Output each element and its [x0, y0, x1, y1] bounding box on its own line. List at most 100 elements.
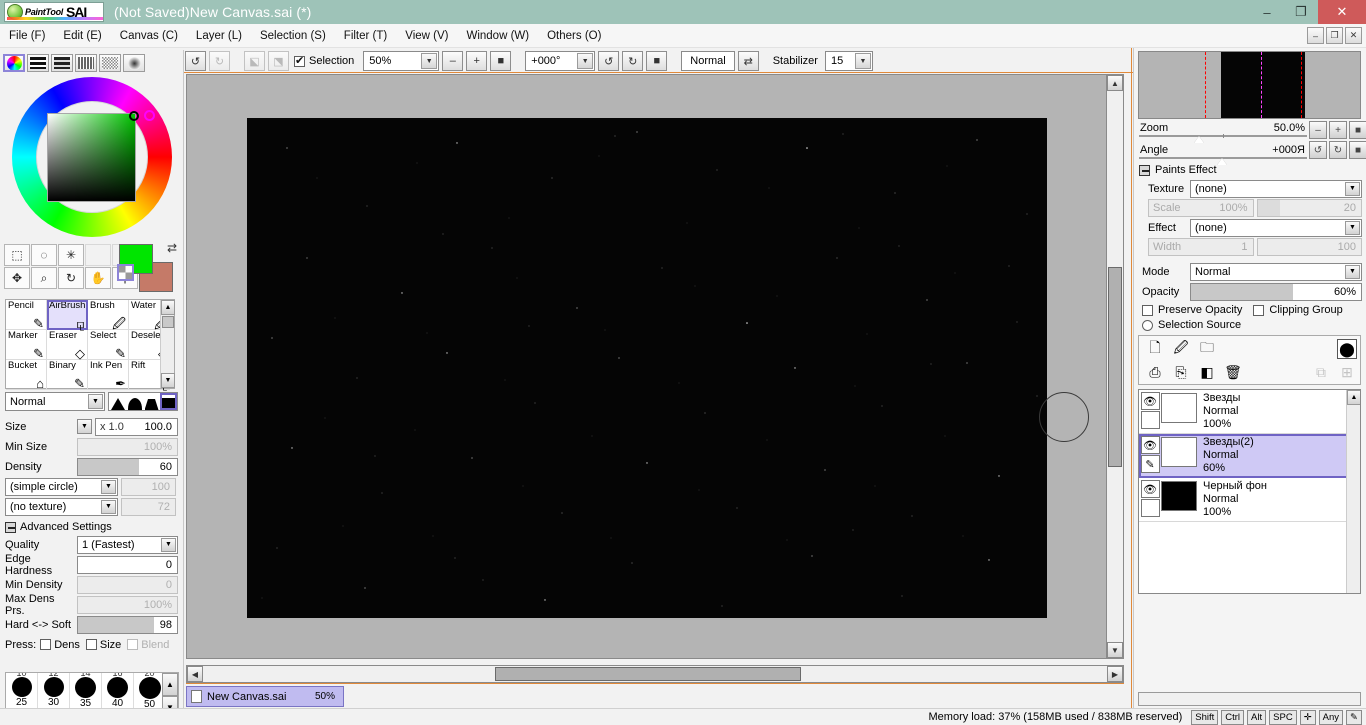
horizontal-scrollbar-thumb[interactable]: [495, 667, 801, 681]
merge-down-button[interactable]: ⎘: [1171, 362, 1191, 382]
scroll-down-icon[interactable]: ▼: [1107, 642, 1123, 658]
brush-marker[interactable]: Marker ✎: [6, 330, 47, 360]
layer-panel-bottom-scrollbar[interactable]: [1138, 692, 1361, 706]
minimize-button[interactable]: –: [1250, 0, 1284, 24]
layer-row-selected[interactable]: 👁 ✎ Звезды(2) Normal 60%: [1139, 434, 1360, 478]
zoom-reset-button[interactable]: ■: [490, 51, 512, 71]
layer-opacity-slider[interactable]: 60%: [1190, 282, 1362, 301]
brush-blend-mode-combo[interactable]: Normal ▼: [5, 392, 105, 411]
lasso-select-tool[interactable]: ◌: [31, 244, 57, 266]
scroll-up-icon[interactable]: ▲: [1107, 75, 1123, 91]
nav-rotate-reset-button[interactable]: ■: [1349, 141, 1366, 159]
texture-combo[interactable]: (none) ▼: [1190, 179, 1362, 198]
zoom-tool[interactable]: ⌕: [31, 267, 57, 289]
saturation-value-square[interactable]: [47, 113, 136, 202]
scroll-up-icon[interactable]: ▲: [162, 673, 178, 696]
canvas-navigator-preview[interactable]: [1138, 51, 1361, 119]
chevron-down-icon[interactable]: ▼: [1345, 181, 1360, 196]
scroll-up-icon[interactable]: ▲: [1347, 390, 1360, 405]
selection-toggle[interactable]: Selection: [294, 54, 354, 67]
shape-trapezoid-option[interactable]: [143, 393, 160, 410]
chevron-down-icon[interactable]: ▼: [421, 53, 438, 69]
brush-brush[interactable]: Brush 🖉: [88, 300, 129, 330]
document-tab[interactable]: New Canvas.sai 50%: [186, 686, 344, 707]
selection-undo-button[interactable]: ⬕: [244, 51, 265, 71]
nav-zoom-in-button[interactable]: +: [1329, 121, 1347, 139]
adv-quality-combo[interactable]: 1 (Fastest) ▼: [77, 535, 178, 554]
redo-button[interactable]: ↻: [209, 51, 230, 71]
zoom-slider-handle[interactable]: [1194, 135, 1204, 143]
rgb-sliders-icon[interactable]: [27, 54, 49, 72]
move-tool[interactable]: ✥: [4, 267, 30, 289]
press-dens-checkbox[interactable]: [40, 639, 52, 650]
selection-source-radio[interactable]: [1142, 319, 1153, 331]
new-folder-button[interactable]: 🗀: [1197, 339, 1217, 359]
menu-view[interactable]: View (V): [396, 27, 457, 45]
brush-eraser[interactable]: Eraser ◇: [47, 330, 88, 360]
maximize-button[interactable]: ❐: [1284, 0, 1318, 24]
flip-canvas-button[interactable]: ⇄: [737, 51, 759, 71]
angle-slider-track[interactable]: [1139, 156, 1307, 165]
selection-checkbox-icon[interactable]: [294, 54, 305, 67]
brush-texture-combo[interactable]: (no texture) ▼: [5, 497, 118, 516]
canvas-viewport[interactable]: [186, 74, 1124, 659]
color-mixer-icon[interactable]: [75, 54, 97, 72]
vertical-scrollbar-thumb[interactable]: [1108, 267, 1122, 467]
collapse-icon[interactable]: [1139, 164, 1150, 176]
brush-list-scrollbar[interactable]: ▲ ▼: [160, 300, 175, 388]
brush-inkpen[interactable]: Ink Pen ✒: [88, 360, 129, 390]
angle-combo[interactable]: +000° ▼: [525, 51, 596, 71]
layer-row[interactable]: 👁 Звезды Normal 100%: [1139, 390, 1360, 434]
chevron-down-icon[interactable]: ▼: [101, 499, 116, 514]
sv-cursor-icon[interactable]: [129, 111, 139, 121]
color-wheel-panel[interactable]: [0, 74, 184, 242]
hsv-sliders-icon[interactable]: [51, 54, 73, 72]
rect-select-tool[interactable]: ⬚: [4, 244, 30, 266]
menu-canvas[interactable]: Canvas (C): [111, 27, 187, 45]
nav-rotate-cw-button[interactable]: ↻: [1329, 141, 1347, 159]
clear-layer-button[interactable]: ◧: [1197, 362, 1217, 382]
chevron-down-icon[interactable]: ▼: [1345, 264, 1360, 279]
advanced-settings-header[interactable]: Advanced Settings: [0, 517, 183, 535]
brush-pencil[interactable]: Pencil ✎: [6, 300, 47, 330]
doc-close-button[interactable]: ✕: [1345, 27, 1362, 44]
scratchpad-icon[interactable]: [123, 54, 145, 72]
shape-triangle-option[interactable]: [109, 393, 126, 410]
menu-window[interactable]: Window (W): [457, 27, 538, 45]
hue-cursor-icon[interactable]: [144, 110, 155, 121]
magic-wand-tool[interactable]: ✳: [58, 244, 84, 266]
delete-layer-button[interactable]: 🗑: [1223, 362, 1243, 382]
layer-select-box[interactable]: [1140, 499, 1160, 517]
angle-slider-handle[interactable]: [1217, 157, 1227, 165]
param-density-slider[interactable]: 60: [77, 457, 178, 476]
chevron-down-icon[interactable]: ▼: [88, 394, 103, 409]
duplicate-layer-button[interactable]: ⎙: [1145, 362, 1165, 382]
collapse-icon[interactable]: [5, 521, 16, 533]
doc-minimize-button[interactable]: –: [1307, 27, 1324, 44]
new-linework-layer-button[interactable]: 🖉: [1171, 339, 1191, 359]
scroll-left-icon[interactable]: ◀: [187, 666, 203, 682]
layer-mode-combo[interactable]: Normal ▼: [1190, 262, 1362, 281]
eye-icon[interactable]: 👁: [1140, 436, 1160, 454]
brush-shape-combo[interactable]: (simple circle) ▼: [5, 477, 118, 496]
brush-select[interactable]: Select ✎: [88, 330, 129, 360]
angle-reset-button[interactable]: ■: [646, 51, 668, 71]
close-button[interactable]: ✕: [1318, 0, 1366, 24]
shape-bell-option[interactable]: [126, 393, 143, 410]
chevron-down-icon[interactable]: ▼: [854, 53, 871, 69]
brush-binary[interactable]: Binary ✎: [47, 360, 88, 390]
scroll-right-icon[interactable]: ▶: [1107, 666, 1123, 682]
layer-list[interactable]: 👁 Звезды Normal 100% 👁 ✎ Звезды(2) Norma…: [1138, 389, 1361, 594]
eye-icon[interactable]: 👁: [1140, 392, 1160, 410]
scrollbar-thumb[interactable]: [162, 316, 174, 328]
color-wheel-icon[interactable]: [3, 54, 25, 72]
eye-icon[interactable]: 👁: [1140, 480, 1160, 498]
adv-hardsoft-slider[interactable]: 98: [77, 615, 178, 634]
canvas-artwork[interactable]: [247, 118, 1047, 618]
chevron-down-icon[interactable]: ▼: [101, 479, 116, 494]
swatches-icon[interactable]: [99, 54, 121, 72]
zoom-combo[interactable]: 50% ▼: [363, 51, 440, 71]
layer-row[interactable]: 👁 Черный фон Normal 100%: [1139, 478, 1360, 522]
chevron-down-icon[interactable]: ▼: [1345, 220, 1360, 235]
menu-filter[interactable]: Filter (T): [335, 27, 396, 45]
